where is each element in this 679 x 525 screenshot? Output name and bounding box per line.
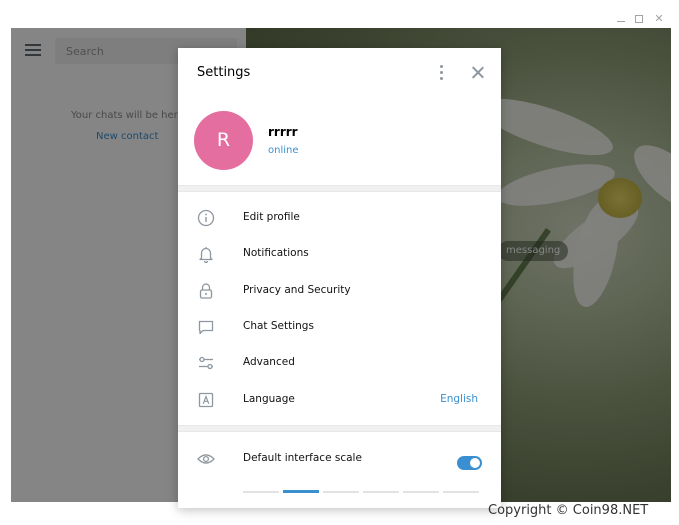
lock-icon — [197, 282, 215, 300]
window-close-button[interactable]: ✕ — [652, 12, 666, 26]
scale-step[interactable] — [443, 491, 479, 493]
language-value: English — [440, 393, 478, 405]
menu-item-edit-profile[interactable]: Edit profile — [178, 200, 501, 236]
menu-item-language[interactable]: Language English — [178, 382, 501, 418]
menu-item-label: Advanced — [243, 356, 295, 368]
menu-item-notifications[interactable]: Notifications — [178, 236, 501, 272]
interface-scale-label: Default interface scale — [243, 452, 362, 464]
scale-step[interactable] — [283, 490, 319, 493]
watermark-copyright: Copyright © Coin98.NET — [488, 503, 649, 518]
interface-scale-slider[interactable] — [243, 488, 479, 498]
interface-scale-toggle[interactable] — [457, 456, 482, 470]
scale-step[interactable] — [403, 491, 439, 493]
minimize-icon — [617, 21, 625, 22]
scale-step[interactable] — [323, 491, 359, 493]
maximize-icon — [635, 15, 643, 23]
title-bar: ✕ — [11, 10, 671, 28]
menu-item-label: Privacy and Security — [243, 284, 351, 296]
section-divider — [178, 185, 501, 192]
menu-item-privacy[interactable]: Privacy and Security — [178, 273, 501, 309]
menu-item-label: Edit profile — [243, 211, 300, 223]
chat-bubble-icon — [197, 318, 215, 336]
menu-item-label: Notifications — [243, 247, 309, 259]
interface-scale-row[interactable]: Default interface scale — [178, 441, 501, 477]
eye-icon — [197, 450, 215, 468]
menu-item-chat-settings[interactable]: Chat Settings — [178, 309, 501, 345]
scale-step[interactable] — [243, 491, 279, 493]
minimize-button[interactable] — [614, 12, 628, 26]
toggle-knob — [469, 457, 481, 469]
avatar[interactable]: R — [194, 111, 253, 170]
scale-step[interactable] — [363, 491, 399, 493]
settings-dialog: Settings R rrrrr online Edit profile Not… — [178, 48, 501, 508]
menu-item-label: Language — [243, 393, 295, 405]
profile-name: rrrrr — [268, 125, 298, 139]
maximize-button[interactable] — [632, 12, 646, 26]
language-icon — [197, 391, 215, 409]
dialog-close-icon[interactable] — [469, 64, 487, 82]
sliders-icon — [197, 354, 215, 372]
close-icon: ✕ — [654, 12, 664, 25]
info-icon — [197, 209, 215, 227]
profile-status: online — [268, 145, 299, 156]
section-divider — [178, 425, 501, 432]
menu-item-advanced[interactable]: Advanced — [178, 345, 501, 381]
dialog-title: Settings — [197, 65, 251, 80]
bell-icon — [197, 245, 215, 263]
menu-item-label: Chat Settings — [243, 320, 314, 332]
more-options-icon[interactable] — [436, 65, 446, 83]
